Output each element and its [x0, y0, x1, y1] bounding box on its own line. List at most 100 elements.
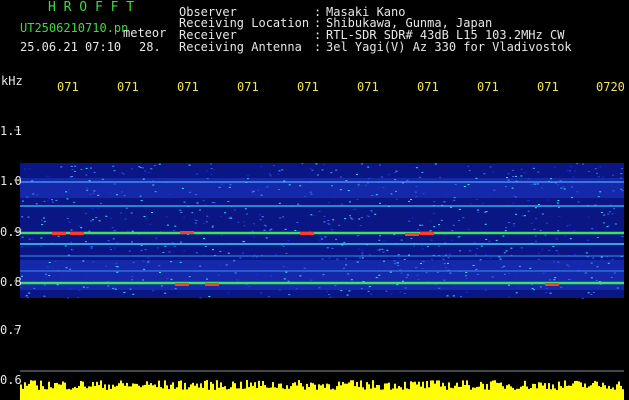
noise-speck	[587, 216, 590, 218]
histogram-bar	[432, 380, 434, 400]
histogram-bar	[350, 380, 352, 400]
histogram-bar	[490, 381, 492, 400]
noise-speck	[505, 227, 508, 229]
noise-speck	[334, 284, 337, 286]
histogram-bar	[236, 388, 238, 400]
noise-speck	[403, 259, 406, 260]
noise-speck	[323, 215, 326, 217]
histogram-bar	[406, 388, 408, 400]
noise-speck	[242, 252, 244, 254]
histogram-bar	[148, 384, 150, 400]
noise-speck	[560, 286, 563, 288]
noise-speck	[69, 288, 72, 290]
noise-speck	[537, 171, 540, 173]
noise-speck	[395, 190, 397, 192]
noise-speck	[385, 290, 388, 292]
y-tick-label: 0.7	[0, 323, 22, 337]
noise-speck	[174, 288, 177, 290]
histogram-bar	[152, 385, 154, 400]
noise-speck	[21, 216, 24, 218]
noise-speck	[596, 266, 599, 268]
noise-speck	[220, 183, 223, 185]
noise-speck	[33, 279, 36, 281]
noise-speck	[165, 216, 168, 218]
histogram-bar	[54, 383, 56, 400]
histogram-bar	[242, 388, 244, 400]
noise-speck	[246, 213, 248, 215]
noise-speck	[609, 211, 611, 213]
noise-speck	[312, 215, 315, 217]
noise-speck	[188, 164, 191, 166]
noise-speck	[367, 178, 370, 179]
noise-speck	[594, 168, 597, 170]
noise-speck	[140, 250, 143, 252]
noise-speck	[614, 223, 617, 225]
noise-speck	[318, 210, 321, 212]
noise-speck	[499, 258, 502, 260]
noise-speck	[229, 183, 232, 185]
noise-speck	[278, 189, 281, 190]
noise-speck	[282, 245, 285, 247]
noise-speck	[335, 238, 338, 240]
histogram-bar	[62, 381, 64, 400]
noise-speck	[173, 230, 176, 231]
noise-speck	[131, 276, 134, 278]
noise-speck	[139, 195, 142, 197]
histogram-bar	[224, 386, 226, 400]
noise-speck	[179, 209, 182, 211]
histogram-bar	[524, 380, 526, 400]
noise-speck	[206, 178, 209, 180]
noise-speck	[346, 294, 349, 296]
noise-speck	[592, 257, 595, 259]
noise-speck	[528, 200, 531, 202]
time-tick-label: 071	[237, 80, 259, 94]
histogram-bar	[472, 387, 474, 400]
noise-speck	[97, 207, 100, 209]
noise-speck	[576, 191, 579, 193]
noise-speck	[332, 219, 335, 221]
noise-speck	[344, 218, 347, 220]
noise-speck	[32, 286, 35, 288]
noise-speck	[574, 261, 576, 263]
noise-speck	[105, 265, 108, 267]
noise-speck	[421, 248, 424, 250]
noise-speck	[86, 273, 89, 275]
histogram-bar	[262, 381, 264, 400]
noise-band-lower	[20, 260, 624, 290]
noise-speck	[378, 239, 381, 241]
noise-speck	[152, 290, 155, 292]
noise-speck	[530, 184, 533, 186]
noise-speck	[330, 229, 333, 231]
histogram-bar	[212, 383, 214, 400]
histogram-bar	[58, 384, 60, 400]
noise-speck	[382, 240, 385, 242]
noise-speck	[41, 219, 44, 221]
histogram-bar	[42, 386, 44, 400]
noise-speck	[71, 169, 74, 171]
noise-speck	[112, 238, 115, 240]
noise-speck	[26, 196, 29, 198]
noise-speck	[438, 224, 440, 226]
histogram-bar	[246, 380, 248, 400]
noise-speck	[410, 238, 413, 240]
noise-speck	[140, 245, 143, 246]
noise-speck	[301, 163, 304, 165]
histogram-bar	[340, 385, 342, 400]
noise-speck	[88, 180, 91, 182]
noise-speck	[620, 188, 623, 190]
noise-speck	[569, 224, 572, 226]
noise-speck	[322, 274, 325, 276]
noise-speck	[289, 185, 292, 187]
histogram-bar	[30, 380, 32, 400]
noise-speck	[338, 224, 341, 226]
noise-speck	[603, 222, 606, 224]
histogram-bar	[352, 380, 354, 400]
noise-speck	[361, 249, 364, 251]
noise-speck	[533, 289, 535, 291]
noise-speck	[287, 280, 290, 282]
noise-speck	[360, 217, 363, 219]
histogram-bar	[448, 382, 450, 400]
noise-speck	[596, 172, 598, 174]
noise-speck	[503, 265, 506, 267]
histogram-bar	[430, 380, 432, 400]
